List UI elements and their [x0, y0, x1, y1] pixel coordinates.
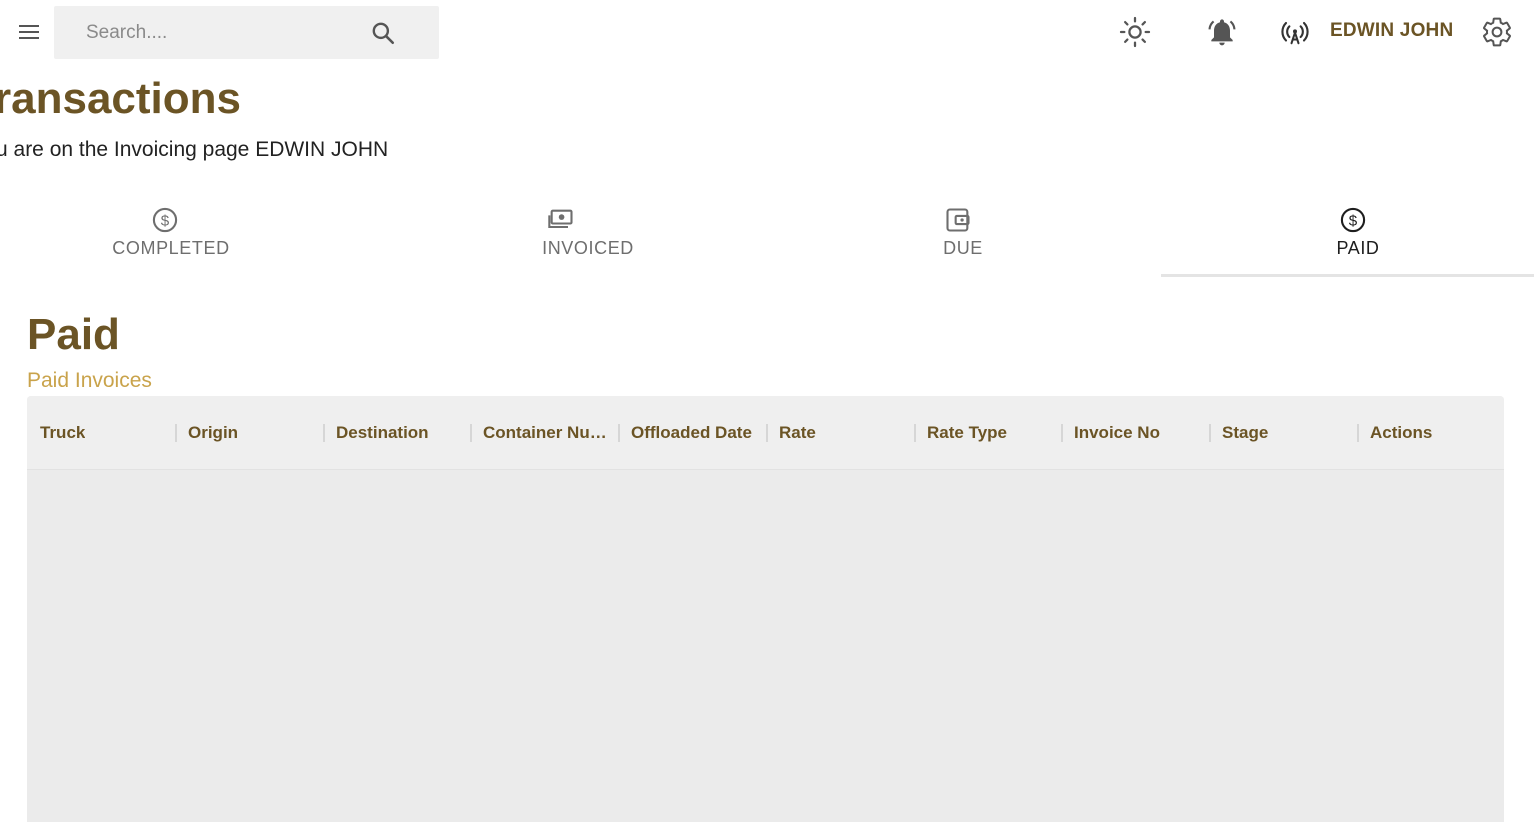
- hamburger-menu-icon[interactable]: [14, 18, 44, 48]
- tab-label: INVOICED: [542, 238, 634, 258]
- dollar-circle-icon: $: [1340, 207, 1366, 233]
- page-subtitle: u are on the Invoicing page EDWIN JOHN: [0, 138, 389, 161]
- search-input[interactable]: [84, 18, 364, 48]
- tab-paid[interactable]: $ PAID: [1166, 196, 1534, 278]
- column-header-destination[interactable]: Destination: [323, 396, 471, 470]
- search-icon[interactable]: [370, 20, 396, 46]
- section-subtitle: Paid Invoices: [27, 369, 152, 392]
- paid-invoices-table: Truck Origin Destination Container Num..…: [27, 396, 1504, 822]
- column-header-container-number[interactable]: Container Num...: [470, 396, 618, 470]
- user-name[interactable]: EDWIN JOHN: [1330, 20, 1453, 42]
- wallet-icon: [946, 208, 970, 232]
- top-app-bar: EDWIN JOHN: [0, 0, 1534, 64]
- column-header-stage[interactable]: Stage: [1209, 396, 1357, 470]
- tab-due[interactable]: DUE: [771, 196, 1155, 278]
- column-header-rate-type[interactable]: Rate Type: [914, 396, 1062, 470]
- search-box: [54, 6, 439, 59]
- column-header-origin[interactable]: Origin: [175, 396, 323, 470]
- page-title: ransactions: [0, 74, 241, 123]
- active-tab-indicator: [1161, 274, 1534, 277]
- tab-label: COMPLETED: [112, 238, 230, 258]
- svg-text:$: $: [161, 213, 170, 230]
- money-bill-icon: [548, 209, 573, 229]
- antenna-icon[interactable]: [1277, 14, 1313, 50]
- column-header-offloaded-date[interactable]: Offloaded Date: [618, 396, 766, 470]
- svg-text:$: $: [1349, 213, 1358, 230]
- column-header-invoice-no[interactable]: Invoice No: [1061, 396, 1209, 470]
- column-header-actions[interactable]: Actions: [1357, 396, 1504, 470]
- tab-completed[interactable]: $ COMPLETED: [0, 196, 342, 278]
- sun-icon[interactable]: [1117, 14, 1153, 50]
- column-header-truck[interactable]: Truck: [27, 396, 175, 470]
- section-title: Paid: [27, 310, 120, 359]
- tab-invoiced[interactable]: INVOICED: [396, 196, 780, 278]
- tab-bar: $ COMPLETED INVOICED DUE $ PAID: [0, 196, 1534, 278]
- dollar-circle-icon: $: [152, 207, 178, 233]
- bell-icon[interactable]: [1204, 14, 1240, 50]
- tab-label: PAID: [1336, 238, 1380, 258]
- gear-icon[interactable]: [1479, 14, 1515, 50]
- table-body: [27, 471, 1504, 822]
- table-header: Truck Origin Destination Container Num..…: [27, 396, 1504, 470]
- column-header-rate[interactable]: Rate: [766, 396, 914, 470]
- tab-label: DUE: [943, 238, 983, 258]
